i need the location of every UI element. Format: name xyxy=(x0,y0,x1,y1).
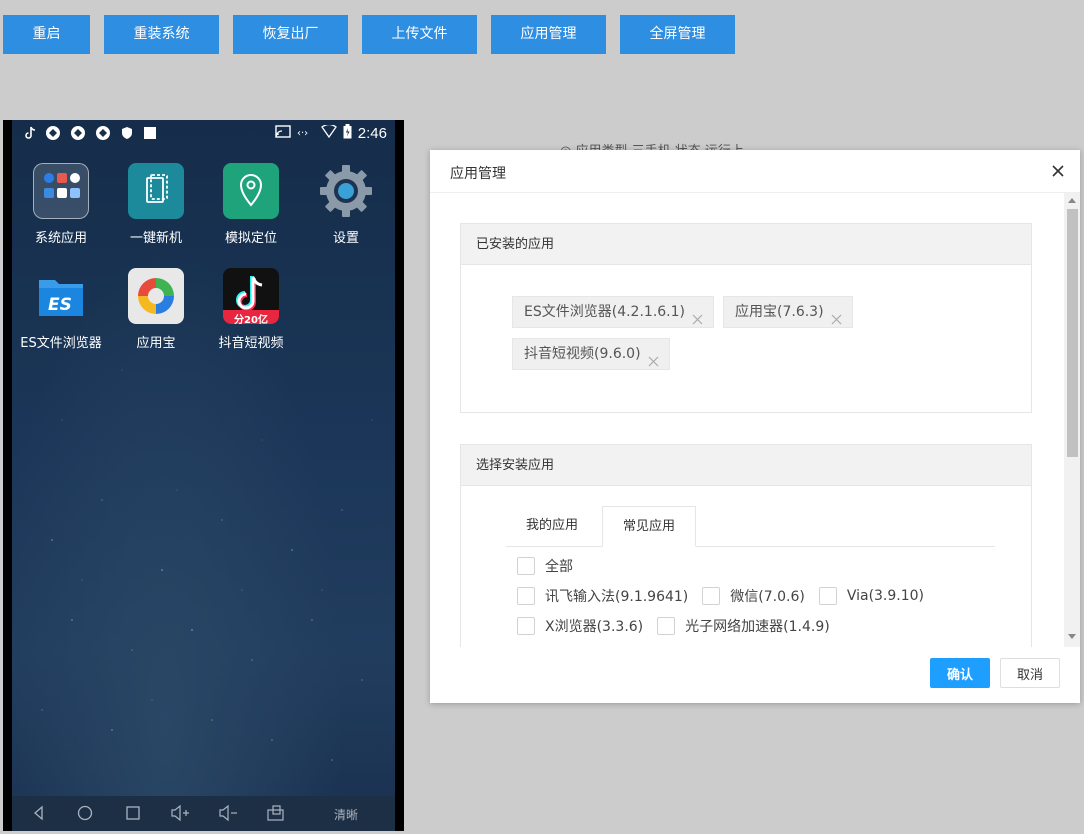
folder-icon xyxy=(33,163,89,219)
rotate-icon[interactable] xyxy=(266,804,286,822)
checkbox[interactable] xyxy=(517,557,535,575)
app-one-click-new[interactable]: 一键新机 xyxy=(108,163,204,246)
app-douyin[interactable]: 分20亿 抖音短视频 xyxy=(203,268,299,351)
volume-down-icon[interactable] xyxy=(218,804,238,822)
app-label: 应用宝 xyxy=(136,336,176,351)
sync-icon xyxy=(95,125,111,146)
dialog-title: 应用管理 xyxy=(450,166,506,182)
recents-icon[interactable] xyxy=(124,804,144,822)
reboot-button[interactable]: 重启 xyxy=(3,15,90,54)
back-icon[interactable] xyxy=(30,804,50,822)
phone-screen[interactable]: ‹·› 2:46 系统应用 一键新机 模拟定位 设置 ES ES文件浏览器 应用… xyxy=(12,120,395,831)
checkbox-xunfei[interactable]: 讯飞输入法(9.1.9641) xyxy=(517,586,688,606)
scroll-thumb[interactable] xyxy=(1067,209,1078,457)
app-label: 系统应用 xyxy=(34,231,87,246)
confirm-button[interactable]: 确认 xyxy=(930,658,990,688)
app-label: 模拟定位 xyxy=(224,231,277,246)
checkbox[interactable] xyxy=(702,587,721,605)
app-label: 抖音短视频 xyxy=(218,336,284,351)
app-label: 一键新机 xyxy=(129,231,182,246)
checkbox[interactable] xyxy=(517,617,535,635)
gear-icon xyxy=(318,163,374,219)
douyin-badge: 分20亿 xyxy=(234,315,268,324)
select-install-panel: 选择安装应用 我的应用 常见应用 全部 讯飞输入法(9.1.9641) 微信(7… xyxy=(460,444,1032,647)
shield-icon xyxy=(120,126,134,145)
checkbox-all[interactable]: 全部 xyxy=(517,556,573,576)
app-manage-dialog: 应用管理 已安装的应用 ES文件浏览器(4.2.1.6.1) 应用宝(7.6.3… xyxy=(430,150,1080,703)
panel-title: 选择安装应用 xyxy=(461,445,1031,486)
phone-frame: ‹·› 2:46 系统应用 一键新机 模拟定位 设置 ES ES文件浏览器 应用… xyxy=(3,120,404,831)
volume-up-icon[interactable] xyxy=(170,804,190,822)
phone-nav-bar: 清晰 xyxy=(12,796,395,831)
fullscreen-manage-button[interactable]: 全屏管理 xyxy=(620,15,735,54)
app-store-icon xyxy=(128,268,184,324)
installed-app-tag: ES文件浏览器(4.2.1.6.1) xyxy=(512,296,714,328)
tiktok-notification-icon xyxy=(24,126,36,145)
es-file-icon: ES xyxy=(33,268,89,324)
app-mock-location[interactable]: 模拟定位 xyxy=(203,163,299,246)
dialog-body: 已安装的应用 ES文件浏览器(4.2.1.6.1) 应用宝(7.6.3) 抖音短… xyxy=(430,193,1080,647)
checkbox-row: X浏览器(3.3.6) 光子网络加速器(1.4.9) xyxy=(517,616,844,636)
toolbar: 重启 重装系统 恢复出厂 上传文件 应用管理 全屏管理 xyxy=(0,0,1084,60)
remove-icon[interactable] xyxy=(831,306,842,325)
wifi-icon xyxy=(320,123,337,142)
status-bar: ‹·› 2:46 xyxy=(12,120,395,146)
status-time: 2:46 xyxy=(357,125,387,142)
app-label: 设置 xyxy=(332,231,359,246)
location-pin-icon xyxy=(223,163,279,219)
app-source-tabs: 我的应用 常见应用 xyxy=(506,506,995,547)
installed-app-tag: 抖音短视频(9.6.0) xyxy=(512,338,670,370)
app-system-apps[interactable]: 系统应用 xyxy=(13,163,109,246)
scroll-down-icon[interactable] xyxy=(1068,634,1076,639)
hotspot-icon: ‹·› xyxy=(297,126,315,142)
tag-label: 抖音短视频(9.6.0) xyxy=(524,346,641,362)
checkbox[interactable] xyxy=(818,587,837,605)
checkbox[interactable] xyxy=(517,587,535,605)
square-icon xyxy=(143,126,157,145)
douyin-icon: 分20亿 xyxy=(223,268,279,324)
dialog-footer: 确认 取消 xyxy=(430,647,1080,703)
battery-icon xyxy=(343,124,352,143)
checkbox-wechat[interactable]: 微信(7.0.6) xyxy=(702,586,805,606)
factory-reset-button[interactable]: 恢复出厂 xyxy=(233,15,348,54)
app-yingyongbao[interactable]: 应用宝 xyxy=(108,268,204,351)
remove-icon[interactable] xyxy=(648,348,659,367)
checkbox-row: 讯飞输入法(9.1.9641) 微信(7.0.6) Via(3.9.10) xyxy=(517,586,938,606)
checkbox-photon-accelerator[interactable]: 光子网络加速器(1.4.9) xyxy=(657,616,830,636)
close-icon[interactable] xyxy=(1050,163,1066,179)
installed-apps-panel: 已安装的应用 ES文件浏览器(4.2.1.6.1) 应用宝(7.6.3) 抖音短… xyxy=(460,223,1032,413)
svg-text:ES: ES xyxy=(48,295,72,315)
app-manage-button[interactable]: 应用管理 xyxy=(491,15,606,54)
sync-icon xyxy=(45,125,61,146)
dialog-scrollbar[interactable] xyxy=(1064,193,1080,647)
checkbox[interactable] xyxy=(657,617,676,635)
tab-common-apps[interactable]: 常见应用 xyxy=(602,506,697,547)
installed-app-tag: 应用宝(7.6.3) xyxy=(723,296,853,328)
app-label: ES文件浏览器 xyxy=(20,336,102,351)
home-icon[interactable] xyxy=(76,804,96,822)
new-device-icon xyxy=(128,163,184,219)
quality-toggle[interactable]: 清晰 xyxy=(334,806,358,823)
reinstall-system-button[interactable]: 重装系统 xyxy=(104,15,219,54)
tag-label: 应用宝(7.6.3) xyxy=(735,304,824,320)
checkbox-x-browser[interactable]: X浏览器(3.3.6) xyxy=(517,616,643,636)
cast-icon xyxy=(275,124,291,143)
checkbox-row: 全部 xyxy=(517,556,587,576)
cancel-button[interactable]: 取消 xyxy=(1000,658,1060,688)
sync-icon xyxy=(70,125,86,146)
tag-label: ES文件浏览器(4.2.1.6.1) xyxy=(524,304,685,320)
remove-icon[interactable] xyxy=(692,306,703,325)
svg-text:‹·›: ‹·› xyxy=(297,128,308,138)
checkbox-via[interactable]: Via(3.9.10) xyxy=(818,587,924,605)
app-settings[interactable]: 设置 xyxy=(298,163,394,246)
tab-my-apps[interactable]: 我的应用 xyxy=(506,506,598,547)
dialog-header: 应用管理 xyxy=(430,150,1080,193)
panel-title: 已安装的应用 xyxy=(461,224,1031,265)
app-es-file-browser[interactable]: ES ES文件浏览器 xyxy=(13,268,109,351)
upload-file-button[interactable]: 上传文件 xyxy=(362,15,477,54)
scroll-up-icon[interactable] xyxy=(1068,198,1076,203)
